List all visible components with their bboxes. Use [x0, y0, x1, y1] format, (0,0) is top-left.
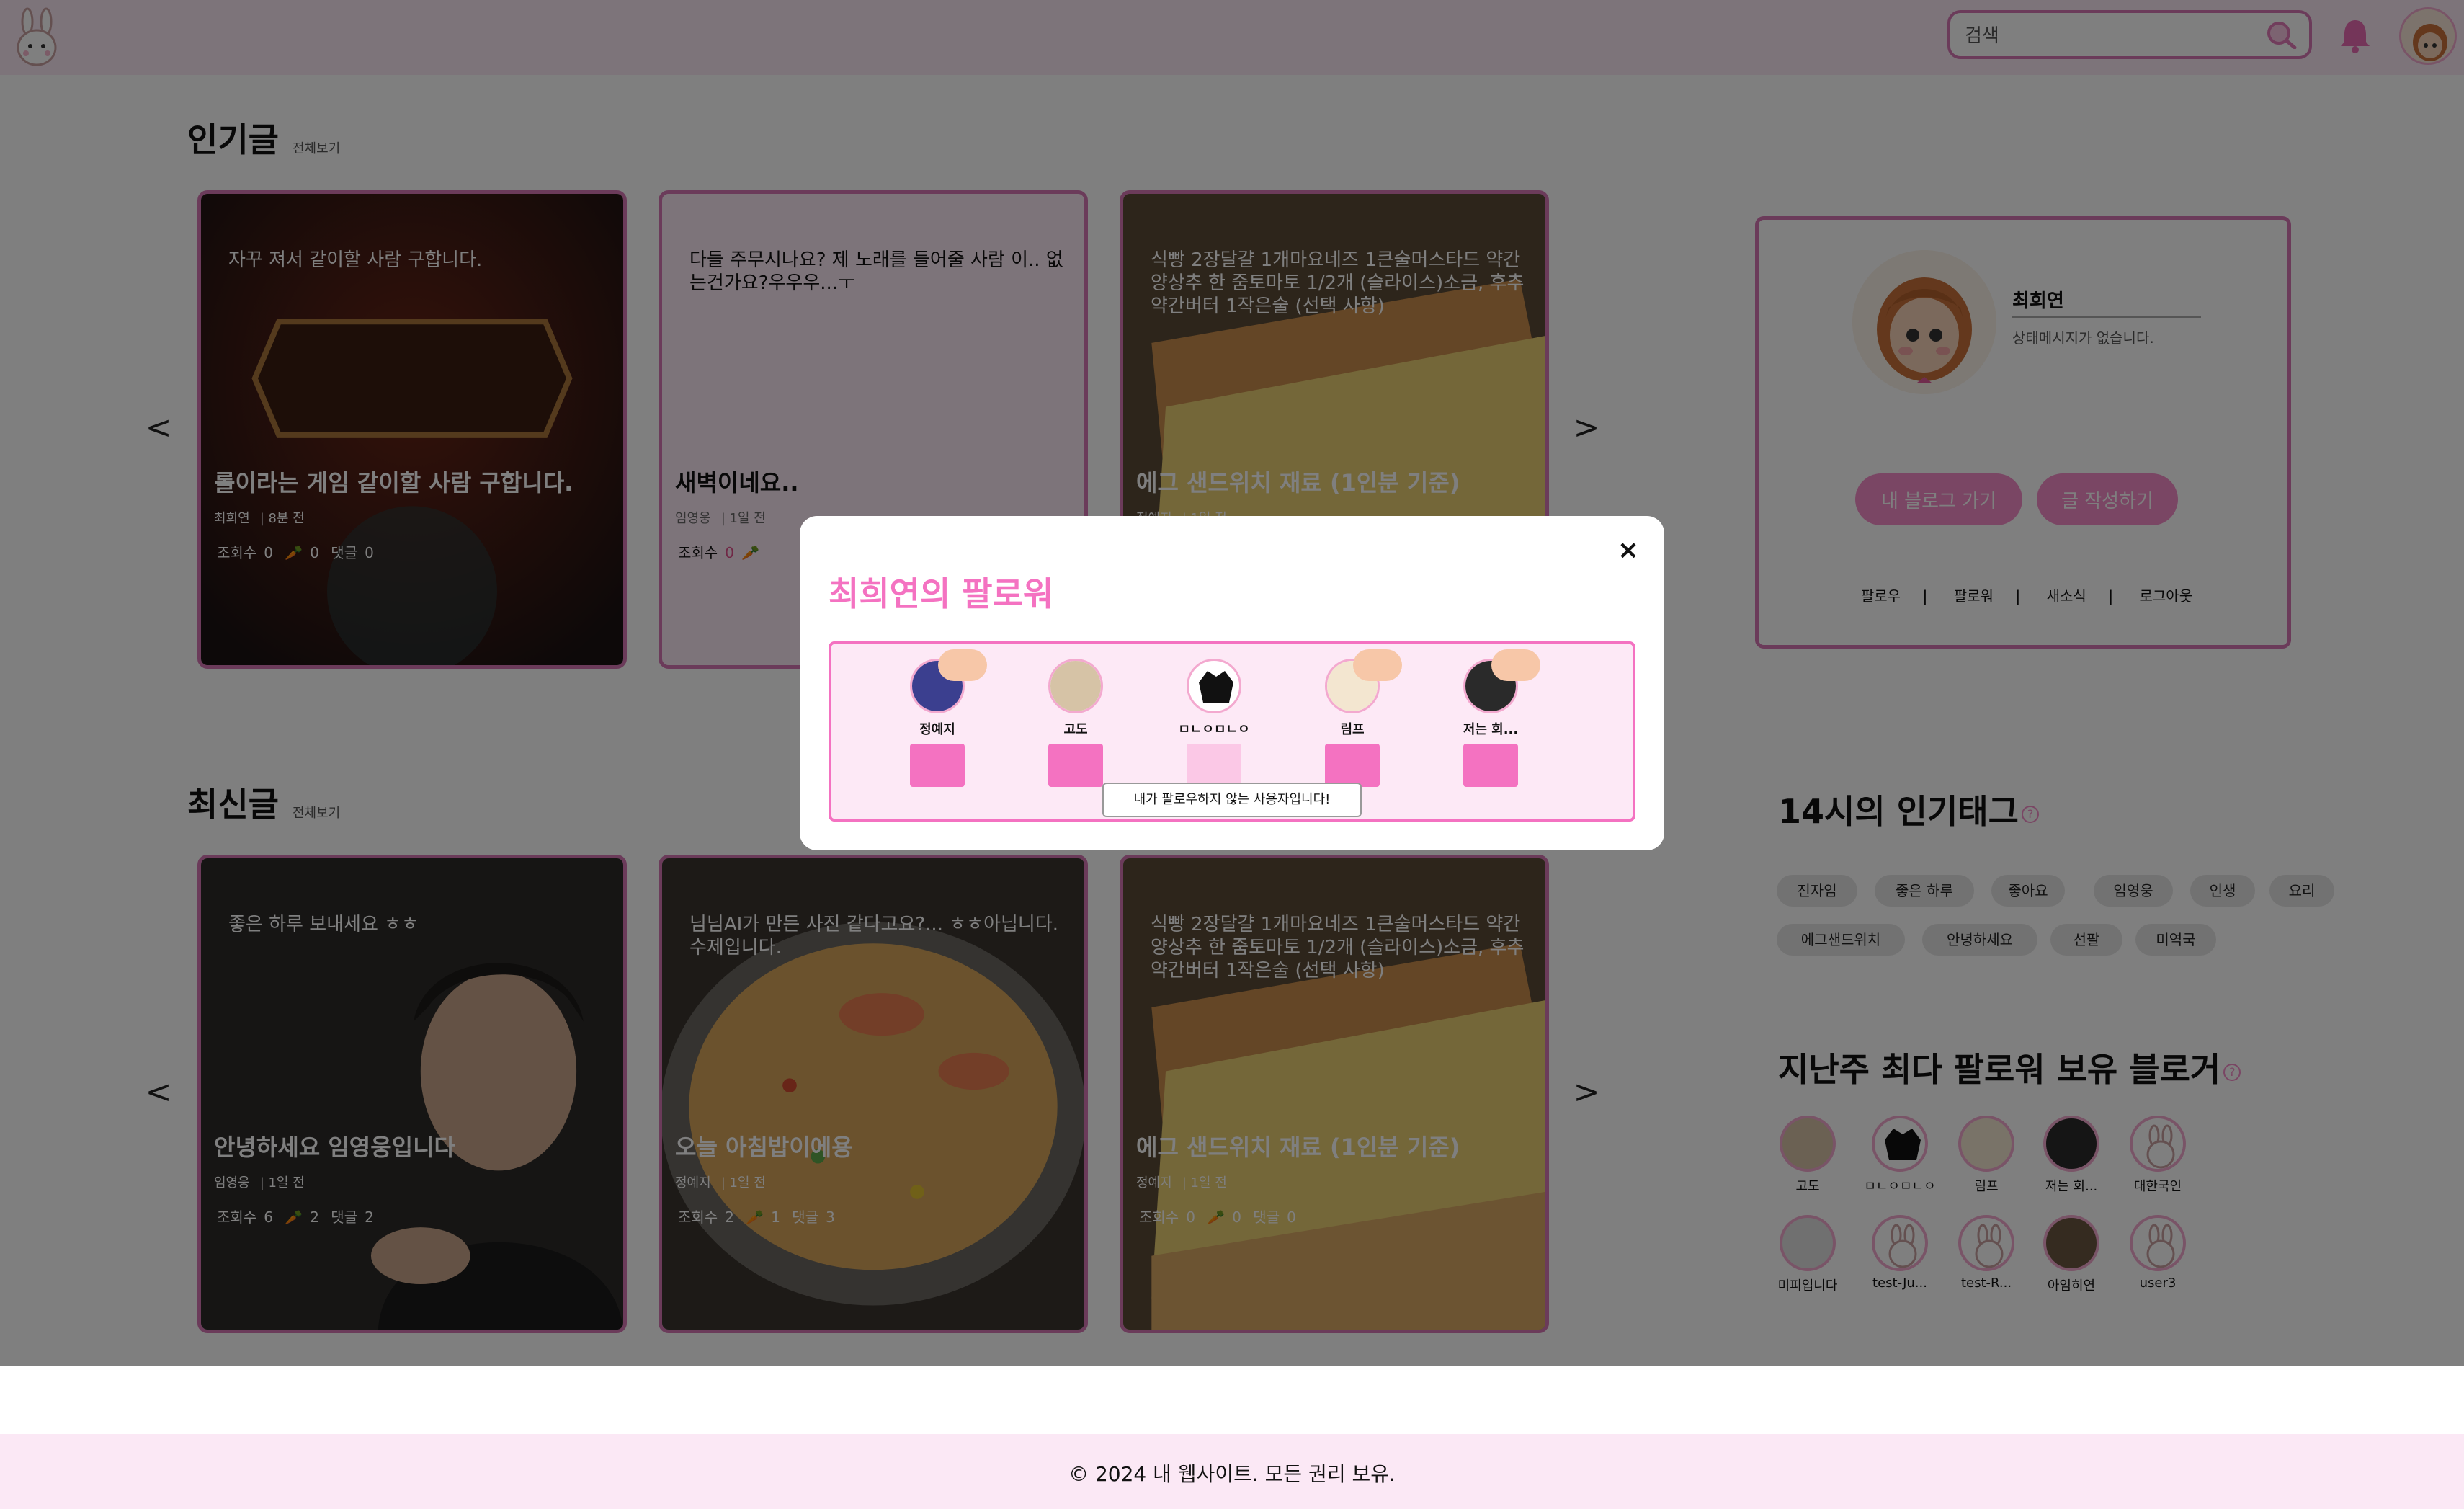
- follower-avatar: [910, 649, 987, 713]
- follow-button[interactable]: [1325, 744, 1380, 787]
- spiky-shape-icon: [1199, 671, 1233, 703]
- follow-button[interactable]: [1048, 744, 1103, 787]
- follower-item[interactable]: 저는 회...: [1444, 649, 1540, 787]
- follow-button[interactable]: [1463, 744, 1518, 787]
- follower-name: 정예지: [919, 722, 955, 737]
- follower-item[interactable]: 고도: [1029, 659, 1122, 787]
- follower-name: ㅁㄴㅇㅁㄴㅇ: [1178, 722, 1250, 737]
- follower-item[interactable]: 정예지: [890, 649, 987, 787]
- follower-avatar: [1048, 659, 1103, 713]
- follower-item[interactable]: 림프: [1305, 649, 1402, 787]
- bunny-badge-icon: [1491, 649, 1540, 681]
- bunny-badge-icon: [938, 649, 987, 681]
- modal-title: 최희연의 팔로워: [829, 574, 1054, 613]
- follower-avatar: [1187, 659, 1241, 713]
- bunny-badge-icon: [1353, 649, 1402, 681]
- follower-avatar: [1325, 649, 1402, 713]
- close-icon[interactable]: ×: [1612, 535, 1644, 566]
- follow-button[interactable]: [910, 744, 965, 787]
- follower-name: 고도: [1063, 722, 1088, 737]
- follower-name: 림프: [1340, 722, 1365, 737]
- follower-item[interactable]: ㅁㄴㅇㅁㄴㅇ: [1167, 659, 1261, 787]
- follower-name: 저는 회...: [1463, 722, 1519, 737]
- footer: © 2024 내 웹사이트. 모든 권리 보유.: [0, 1434, 2464, 1509]
- footer-copyright: © 2024 내 웹사이트. 모든 권리 보유.: [1068, 1462, 1396, 1486]
- not-following-tooltip: 내가 팔로우하지 않는 사용자입니다!: [1102, 783, 1362, 817]
- follow-button[interactable]: [1187, 744, 1241, 787]
- follower-avatar: [1463, 649, 1540, 713]
